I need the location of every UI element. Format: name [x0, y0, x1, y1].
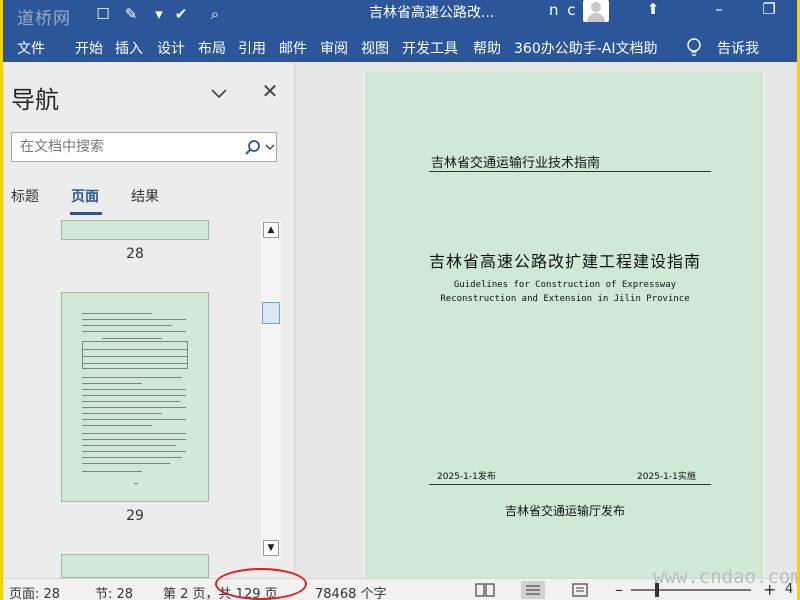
search-icon[interactable]: [244, 139, 262, 157]
document-title: 吉林省高速公路改...: [369, 5, 495, 21]
tab-home[interactable]: 开始: [75, 38, 103, 58]
status-page[interactable]: 页面: 28: [9, 583, 60, 600]
read-mode-icon[interactable]: [473, 581, 497, 599]
implement-date: 2025-1-1实施: [637, 472, 696, 482]
status-section[interactable]: 节: 28: [95, 583, 133, 600]
page-thumbnail-28[interactable]: [61, 220, 209, 240]
active-tab-indicator: [70, 212, 102, 215]
restore-icon[interactable]: ❐: [749, 0, 789, 26]
tab-help[interactable]: 帮助: [473, 38, 501, 58]
tell-me-box[interactable]: 告诉我: [717, 38, 759, 58]
page-thumbnail-list: 28 29: [3, 220, 259, 578]
chevron-down-icon[interactable]: [264, 140, 276, 154]
tab-layout[interactable]: 布局: [198, 38, 226, 58]
footer-rule: [429, 484, 711, 485]
page-thumbnail-29[interactable]: [61, 292, 209, 502]
scroll-down-icon[interactable]: ▼: [263, 540, 279, 556]
user-initials[interactable]: n c: [549, 1, 578, 19]
zoom-out-icon[interactable]: –: [615, 580, 623, 599]
tab-developer[interactable]: 开发工具: [402, 38, 458, 58]
page-thumbnail-number: 28: [126, 246, 144, 262]
document-main-title: 吉林省高速公路改扩建工程建设指南: [428, 252, 701, 271]
tab-360-assistant[interactable]: 360办公助手-AI文档助: [514, 38, 657, 58]
header-rule: [429, 171, 711, 172]
undo-dropdown-icon[interactable]: ▾: [149, 4, 169, 24]
search-input[interactable]: [12, 133, 242, 161]
format-painter-icon[interactable]: ✎: [121, 4, 141, 24]
word-window: 道桥网 ☐ ✎ ▾ ✔ ⌕ 吉林省高速公路改... n c ⬆ – ❐ 文件 开…: [3, 0, 797, 600]
document-area[interactable]: 吉林省交通运输行业技术指南 吉林省高速公路改扩建工程建设指南 Guideline…: [296, 62, 797, 578]
tab-design[interactable]: 设计: [157, 38, 185, 58]
tab-insert[interactable]: 插入: [115, 38, 143, 58]
navigation-pane-title: 导航: [11, 86, 59, 114]
checkmark-icon[interactable]: ✔: [171, 4, 191, 24]
zoom-slider[interactable]: [631, 589, 751, 591]
ribbon-tab-bar: 文件 开始 插入 设计 布局 引用 邮件 审阅 视图 开发工具 帮助 360办公…: [3, 32, 797, 62]
tab-file[interactable]: 文件: [17, 38, 45, 58]
tab-review[interactable]: 审阅: [320, 38, 348, 58]
print-layout-icon[interactable]: [521, 581, 545, 599]
thumbnail-table-shape: [82, 341, 188, 369]
scroll-up-icon[interactable]: ▲: [263, 222, 279, 238]
avatar-head-shape: [591, 2, 601, 12]
site-watermark-logo: 道桥网: [17, 9, 71, 29]
tab-pages[interactable]: 页面: [71, 186, 99, 206]
document-header-text: 吉林省交通运输行业技术指南: [431, 156, 601, 171]
page-thumbnail-number: 29: [126, 508, 144, 524]
ribbon-display-options-icon[interactable]: ⬆: [633, 0, 673, 26]
page-thumbnail-30[interactable]: [61, 554, 209, 578]
scrollbar-thumb[interactable]: [262, 302, 280, 324]
tab-results[interactable]: 结果: [131, 186, 159, 206]
search-box[interactable]: [11, 132, 277, 162]
close-icon[interactable]: ✕: [259, 80, 281, 102]
tab-references[interactable]: 引用: [238, 38, 266, 58]
annotation-circle: [215, 568, 307, 600]
web-layout-icon[interactable]: [569, 581, 593, 599]
document-english-title-line1: Guidelines for Construction of Expresswa…: [453, 280, 677, 290]
publish-date: 2025-1-1发布: [437, 472, 496, 482]
tab-mailings[interactable]: 邮件: [279, 38, 307, 58]
new-document-icon[interactable]: ☐: [93, 4, 113, 24]
status-word-count[interactable]: 78468 个字: [315, 583, 387, 600]
document-page[interactable]: 吉林省交通运输行业技术指南 吉林省高速公路改扩建工程建设指南 Guideline…: [366, 72, 762, 578]
site-watermark-url: www.cndao.com: [653, 566, 797, 588]
user-avatar[interactable]: [583, 0, 609, 22]
document-english-title-line2: Reconstruction and Extension in Jilin Pr…: [440, 294, 690, 304]
thumbnail-scrollbar[interactable]: ▲ ▼: [261, 220, 281, 560]
document-publisher: 吉林省交通运输厅发布: [504, 504, 625, 518]
avatar-body-shape: [587, 13, 605, 22]
title-bar: 道桥网 ☐ ✎ ▾ ✔ ⌕ 吉林省高速公路改... n c ⬆ – ❐: [3, 0, 797, 32]
lightbulb-icon[interactable]: [683, 36, 705, 58]
tab-view[interactable]: 视图: [361, 38, 389, 58]
minimize-icon[interactable]: –: [699, 0, 739, 26]
tab-headings[interactable]: 标题: [11, 186, 39, 206]
find-icon[interactable]: ⌕: [205, 4, 225, 24]
navigation-pane: 导航 ✕ 标题 页面 结果 28: [3, 62, 295, 578]
chevron-down-icon[interactable]: [209, 84, 229, 104]
